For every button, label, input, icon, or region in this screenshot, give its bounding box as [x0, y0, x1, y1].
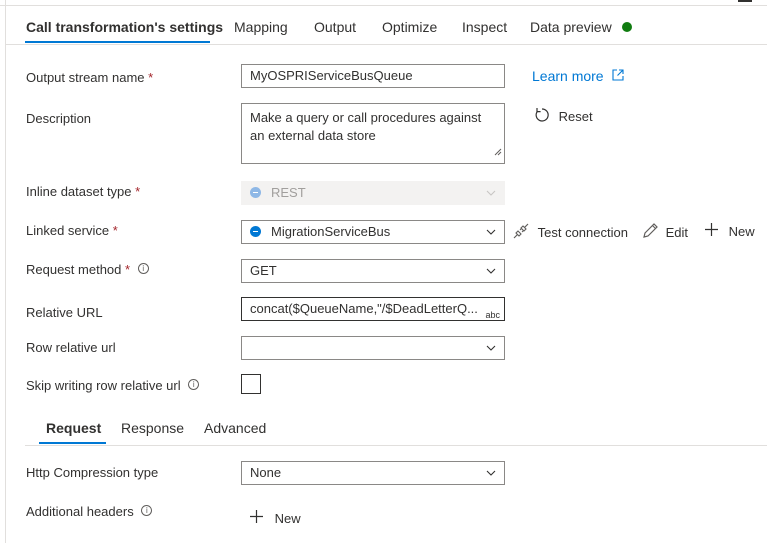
tab-output[interactable]: Output	[314, 19, 356, 35]
plus-icon	[249, 509, 264, 527]
inline-dataset-label: Inline dataset type *	[26, 184, 140, 199]
additional-headers-label: Additional headers i	[26, 504, 153, 519]
chevron-down-icon	[486, 337, 496, 359]
more-menu-icon[interactable]	[738, 0, 752, 2]
info-icon[interactable]: i	[141, 505, 153, 516]
inline-dataset-value: REST	[271, 185, 306, 200]
required-marker: *	[125, 262, 131, 277]
tab-data-preview-label: Data preview	[530, 19, 612, 35]
plus-icon	[704, 222, 719, 240]
learn-more-link[interactable]: Learn more	[532, 68, 624, 84]
tab-data-preview[interactable]: Data preview	[530, 19, 632, 35]
required-marker: *	[148, 70, 154, 85]
request-method-value: GET	[250, 263, 277, 278]
service-bus-icon	[250, 226, 261, 238]
resize-grip-icon[interactable]	[494, 143, 502, 161]
compression-label: Http Compression type	[26, 465, 159, 480]
request-method-label-text: Request method	[26, 262, 122, 277]
subtab-advanced[interactable]: Advanced	[204, 420, 266, 436]
description-label: Description	[26, 111, 92, 126]
test-connection-button[interactable]: Test connection	[512, 222, 628, 243]
inline-dataset-label-text: Inline dataset type	[26, 184, 132, 199]
chevron-down-icon	[486, 221, 496, 243]
reset-label: Reset	[558, 109, 593, 124]
learn-more-text: Learn more	[532, 68, 604, 84]
info-icon[interactable]: i	[188, 379, 200, 390]
required-marker: *	[135, 184, 141, 199]
new-header-button[interactable]: New	[249, 509, 301, 527]
output-stream-label-text: Output stream name	[26, 70, 145, 85]
tabs-divider	[6, 44, 767, 45]
chevron-down-icon	[486, 462, 496, 484]
active-tab-indicator	[25, 41, 210, 43]
tab-inspect[interactable]: Inspect	[462, 19, 507, 35]
description-textarea[interactable]: Make a query or call procedures against …	[241, 103, 505, 164]
compression-value: None	[250, 465, 282, 480]
linked-service-label: Linked service *	[26, 223, 118, 238]
status-dot-icon	[621, 22, 632, 32]
edit-label: Edit	[665, 224, 689, 240]
inline-dataset-select: REST	[241, 181, 505, 205]
row-relative-url-select[interactable]	[241, 336, 505, 360]
tab-mapping[interactable]: Mapping	[234, 19, 288, 35]
required-marker: *	[112, 223, 118, 238]
left-divider	[5, 0, 6, 543]
new-label: New	[728, 223, 755, 239]
subtab-request[interactable]: Request	[46, 420, 101, 436]
skip-row-url-label-text: Skip writing row relative url	[26, 378, 181, 393]
skip-row-url-checkbox[interactable]	[241, 374, 261, 394]
plug-icon	[512, 222, 530, 243]
request-method-label: Request method * i	[26, 262, 149, 277]
description-text: Make a query or call procedures against …	[250, 110, 482, 143]
row-relative-url-label: Row relative url	[26, 340, 116, 355]
reset-button[interactable]: Reset	[533, 106, 593, 127]
chevron-down-icon	[486, 260, 496, 282]
request-method-select[interactable]: GET	[241, 259, 505, 283]
test-connection-label: Test connection	[537, 225, 628, 240]
subtab-response[interactable]: Response	[121, 420, 184, 436]
relative-url-value: concat($QueueName,"/$DeadLetterQ...	[250, 301, 478, 316]
linked-service-value: MigrationServiceBus	[271, 224, 391, 239]
skip-row-url-label: Skip writing row relative url i	[26, 378, 200, 393]
tab-call-settings[interactable]: Call transformation's settings	[26, 19, 223, 35]
top-border	[0, 0, 767, 6]
subtabs-divider	[25, 445, 767, 446]
active-subtab-indicator	[39, 442, 106, 444]
reset-icon	[533, 106, 551, 127]
external-link-icon	[612, 69, 624, 84]
relative-url-input[interactable]: concat($QueueName,"/$DeadLetterQ... abc	[241, 297, 505, 321]
linked-service-label-text: Linked service	[26, 223, 110, 238]
info-icon[interactable]: i	[137, 263, 149, 274]
rest-dataset-icon	[250, 187, 261, 199]
additional-headers-label-text: Additional headers	[26, 504, 134, 519]
edit-button[interactable]: Edit	[642, 222, 688, 242]
new-linked-service-button[interactable]: New	[704, 222, 755, 240]
relative-url-label: Relative URL	[26, 305, 103, 320]
linked-service-select[interactable]: MigrationServiceBus	[241, 220, 505, 244]
tab-optimize[interactable]: Optimize	[382, 19, 437, 35]
new-header-label: New	[274, 510, 301, 526]
chevron-down-icon	[486, 182, 496, 204]
compression-select[interactable]: None	[241, 461, 505, 485]
output-stream-input[interactable]: MyOSPRIServiceBusQueue	[241, 64, 505, 88]
pencil-icon	[642, 222, 659, 242]
output-stream-label: Output stream name *	[26, 70, 153, 85]
expression-badge-icon[interactable]: abc	[484, 303, 501, 320]
